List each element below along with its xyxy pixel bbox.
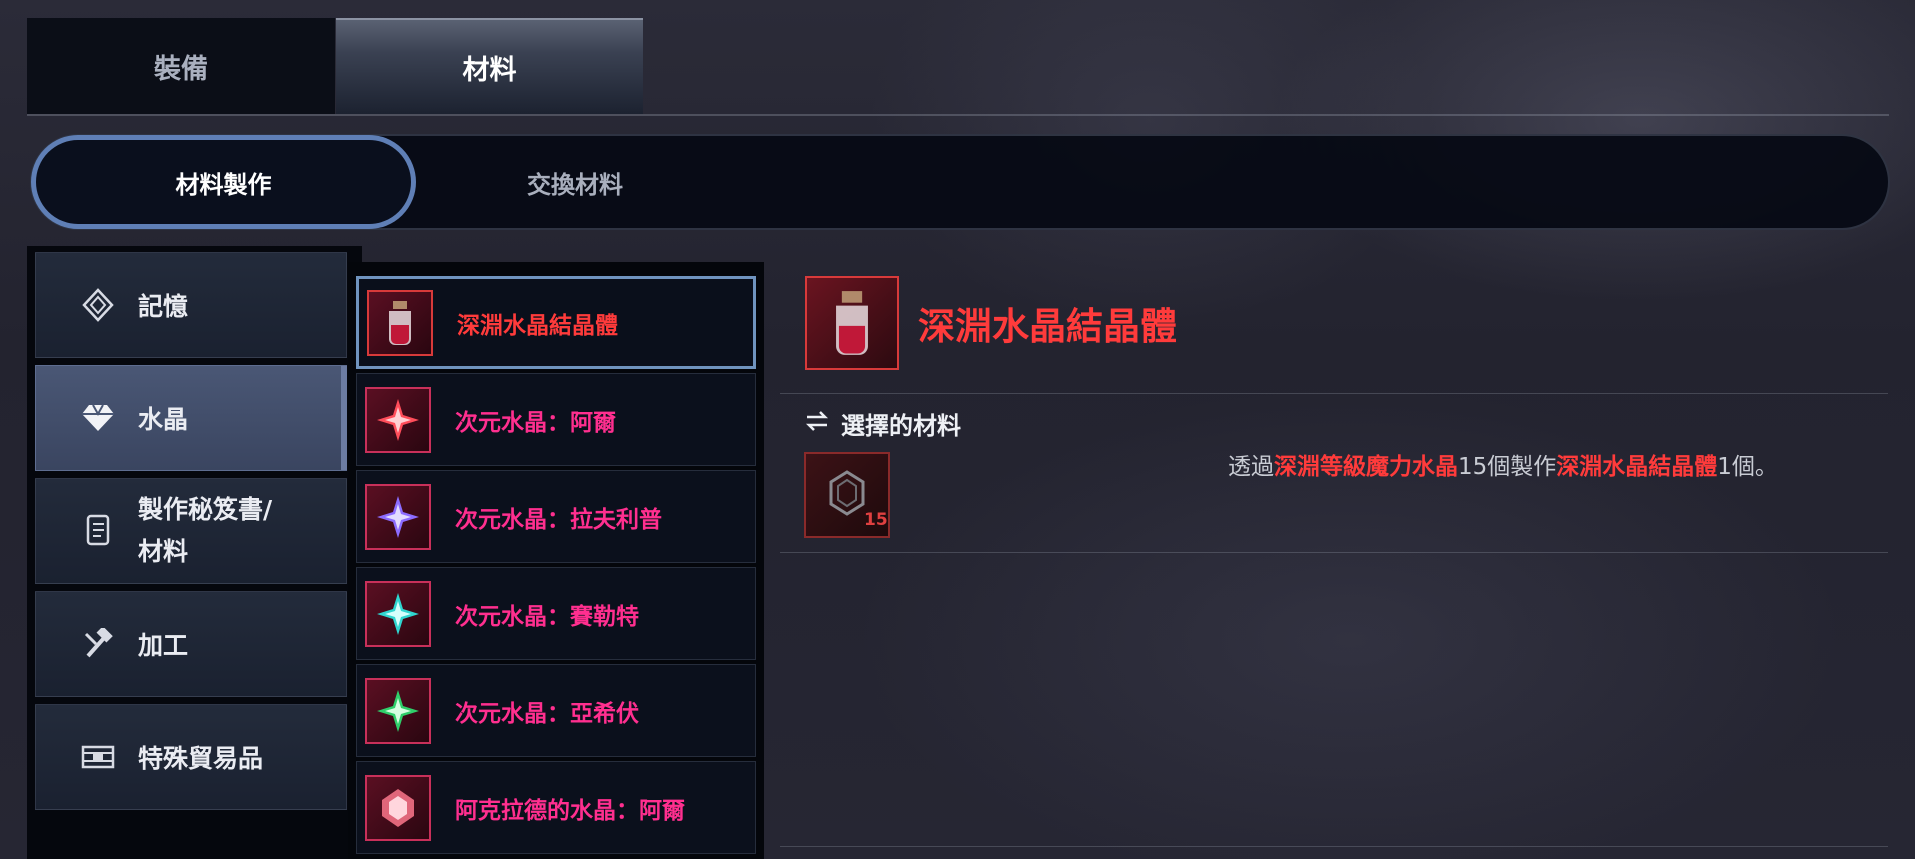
product-title: 深淵水晶結晶體 <box>918 305 1177 348</box>
purple-crystal-icon <box>365 483 431 550</box>
category-processing[interactable]: 加工 <box>35 591 347 697</box>
red-potion-jar-icon <box>367 289 433 356</box>
category-special-trade[interactable]: 特殊貿易品 <box>35 704 347 810</box>
selected-materials-header: 選擇的材料 <box>803 406 961 441</box>
material-item-dimension-crystal-laflip[interactable]: 次元水晶：拉夫利普 <box>356 470 756 563</box>
material-quantity: 15 <box>864 510 888 530</box>
subtab-material-crafting[interactable]: 材料製作 <box>31 135 416 229</box>
tab-materials[interactable]: 材料 <box>336 18 643 114</box>
material-name: 阿克拉德的水晶：阿爾 <box>455 797 685 824</box>
material-item-abyss-crystal-cluster[interactable]: 深淵水晶結晶體 <box>356 276 756 369</box>
material-name: 次元水晶：賽勒特 <box>455 603 639 630</box>
memory-icon <box>80 287 116 323</box>
desc-product: 深淵水晶結晶體 <box>1556 454 1718 480</box>
category-label-line2: 材料 <box>138 537 189 566</box>
hammer-icon <box>80 626 116 662</box>
material-name: 次元水晶：拉夫利普 <box>455 506 662 533</box>
abyss-magic-crystal-icon <box>827 470 867 520</box>
category-label: 加工 <box>138 631 189 660</box>
tab-underline <box>27 114 1889 116</box>
material-name: 深淵水晶結晶體 <box>457 312 618 339</box>
material-item-dimension-crystal-ashif[interactable]: 次元水晶：亞希伏 <box>356 664 756 757</box>
selected-materials-label: 選擇的材料 <box>841 412 961 440</box>
divider <box>780 846 1888 847</box>
red-crystal-icon <box>365 386 431 453</box>
subtab-exchange-materials[interactable]: 交換材料 <box>420 135 730 229</box>
green-crystal-icon <box>365 677 431 744</box>
material-name: 次元水晶：阿爾 <box>455 409 616 436</box>
product-icon <box>805 276 899 370</box>
category-recipe-book[interactable]: 製作秘笈書/ 材料 <box>35 478 347 584</box>
swap-icon <box>803 410 831 438</box>
material-name: 次元水晶：亞希伏 <box>455 700 639 727</box>
category-crystal[interactable]: 水晶 <box>35 365 347 471</box>
category-label: 特殊貿易品 <box>138 744 264 773</box>
pink-gem-icon <box>365 774 431 841</box>
divider <box>780 552 1888 553</box>
cyan-crystal-icon <box>365 580 431 647</box>
scroll-icon <box>80 513 116 549</box>
material-item-dimension-crystal-selt[interactable]: 次元水晶：賽勒特 <box>356 567 756 660</box>
desc-mid: 15個製作 <box>1458 454 1557 480</box>
category-label: 記憶 <box>138 292 189 321</box>
desc-suffix: 1個。 <box>1717 454 1778 480</box>
tab-equipment[interactable]: 裝備 <box>27 18 335 114</box>
desc-material: 深淵等級魔力水晶 <box>1274 454 1458 480</box>
desc-prefix: 透過 <box>1228 454 1274 480</box>
diamond-icon <box>80 400 116 436</box>
trade-goods-icon <box>80 739 116 775</box>
category-label: 製作秘笈書/ <box>138 495 273 524</box>
category-label: 水晶 <box>138 405 189 434</box>
material-item-akrad-crystal-al[interactable]: 阿克拉德的水晶：阿爾 <box>356 761 756 854</box>
category-label-group: 製作秘笈書/ 材料 <box>138 489 272 573</box>
craft-description: 透過深淵等級魔力水晶15個製作深淵水晶結晶體1個。 <box>1228 447 1778 481</box>
divider <box>780 393 1888 394</box>
material-item-dimension-crystal-al[interactable]: 次元水晶：阿爾 <box>356 373 756 466</box>
category-memory[interactable]: 記憶 <box>35 252 347 358</box>
